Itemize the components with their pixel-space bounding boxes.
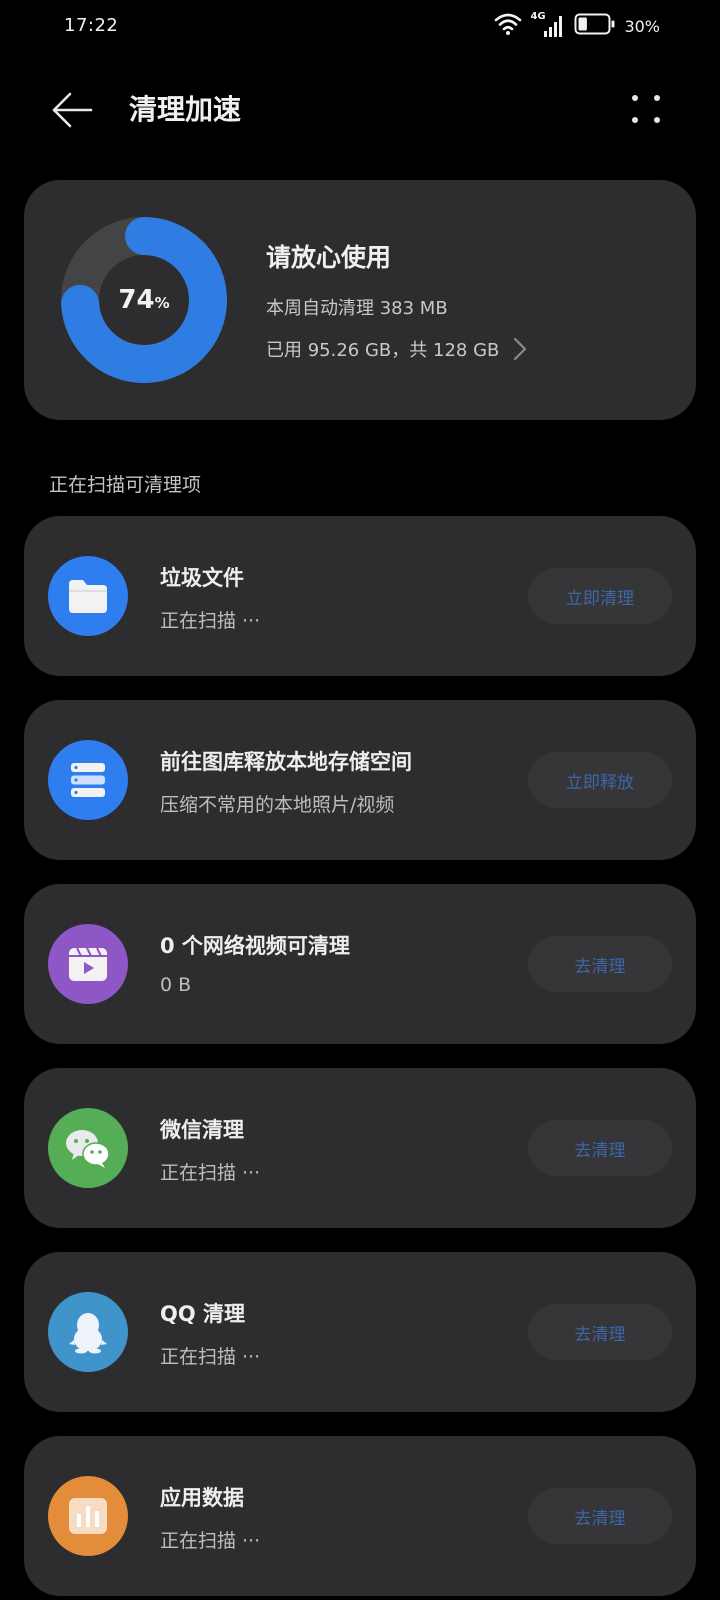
junk-files-card[interactable]: 垃圾文件 正在扫描 ··· 立即清理	[24, 516, 696, 676]
wechat-clean-card[interactable]: 微信清理 正在扫描 ··· 去清理	[24, 1068, 696, 1228]
app-data-card[interactable]: 应用数据 正在扫描 ··· 去清理	[24, 1436, 696, 1596]
more-dots-icon[interactable]	[624, 86, 668, 130]
release-now-button[interactable]: 立即释放	[528, 752, 672, 808]
back-arrow-icon[interactable]	[48, 84, 96, 132]
status-time: 17:22	[64, 15, 119, 36]
gallery-release-card[interactable]: 前往图库释放本地存储空间 压缩不常用的本地照片/视频 立即释放	[24, 700, 696, 860]
go-clean-button[interactable]: 去清理	[528, 936, 672, 992]
item-subtitle: 0 B	[160, 974, 192, 996]
storage-usage-text: 已用 95.26 GB，共 128 GB	[266, 340, 500, 361]
item-title: 0 个网络视频可清理	[160, 934, 350, 958]
item-title: 前往图库释放本地存储空间	[160, 750, 412, 774]
qq-clean-card[interactable]: QQ 清理 正在扫描 ··· 去清理	[24, 1252, 696, 1412]
item-subtitle: 正在扫描 ···	[160, 610, 261, 632]
item-title: 微信清理	[160, 1118, 244, 1142]
video-icon	[48, 924, 128, 1004]
storage-status-title: 请放心使用	[266, 243, 392, 272]
status-bar: 17:22 4G 30%	[0, 0, 720, 56]
cellular-signal-icon: 4G	[530, 11, 566, 39]
item-title: QQ 清理	[160, 1302, 246, 1326]
item-title: 应用数据	[160, 1486, 244, 1510]
storage-usage-link[interactable]: 已用 95.26 GB，共 128 GB	[266, 336, 527, 362]
storage-percent-label: 74%	[60, 216, 228, 384]
item-title: 垃圾文件	[160, 566, 244, 590]
qq-penguin-icon	[48, 1292, 128, 1372]
wifi-icon	[494, 11, 522, 41]
app-bar: 清理加速	[0, 78, 720, 138]
wechat-icon	[48, 1108, 128, 1188]
page-title: 清理加速	[129, 93, 242, 126]
storage-percent-value: 74	[118, 285, 155, 315]
item-subtitle: 正在扫描 ···	[160, 1346, 261, 1368]
auto-clean-summary: 本周自动清理 383 MB	[266, 298, 448, 319]
app-data-icon	[48, 1476, 128, 1556]
battery-icon	[574, 12, 616, 40]
storage-icon	[48, 740, 128, 820]
battery-percent: 30%	[624, 16, 660, 36]
go-clean-button[interactable]: 去清理	[528, 1120, 672, 1176]
item-subtitle: 正在扫描 ···	[160, 1530, 261, 1552]
status-icons: 4G 30%	[494, 11, 660, 41]
folder-icon	[48, 556, 128, 636]
scanning-section-header: 正在扫描可清理项	[49, 474, 202, 496]
go-clean-button[interactable]: 去清理	[528, 1488, 672, 1544]
chevron-right-icon	[513, 337, 527, 361]
clean-now-button[interactable]: 立即清理	[528, 568, 672, 624]
network-video-card[interactable]: 0 个网络视频可清理 0 B 去清理	[24, 884, 696, 1044]
go-clean-button[interactable]: 去清理	[528, 1304, 672, 1360]
storage-usage-ring: 74%	[60, 216, 228, 384]
storage-percent-unit: %	[154, 294, 170, 312]
item-subtitle: 压缩不常用的本地照片/视频	[160, 794, 395, 816]
storage-summary-card: 74% 请放心使用 本周自动清理 383 MB 已用 95.26 GB，共 12…	[24, 180, 696, 420]
item-subtitle: 正在扫描 ···	[160, 1162, 261, 1184]
